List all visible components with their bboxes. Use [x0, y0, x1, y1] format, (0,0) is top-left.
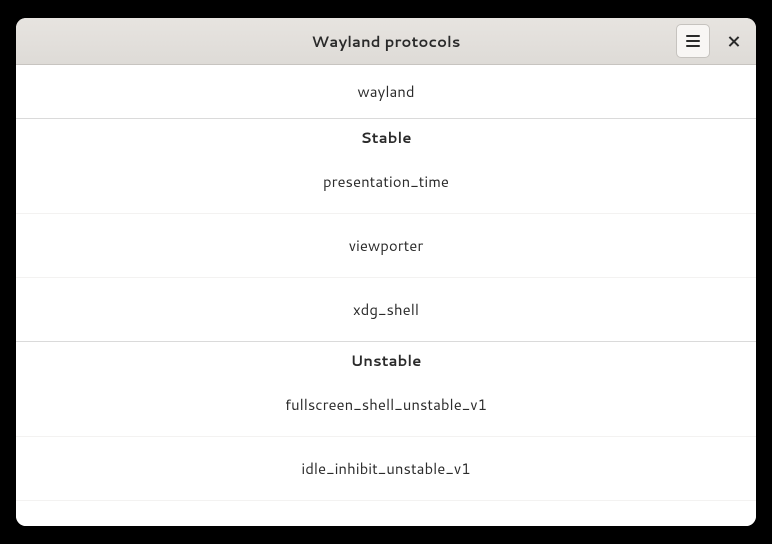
menu-button[interactable] — [676, 24, 710, 58]
section-title: Stable — [361, 127, 412, 148]
content-area[interactable]: wayland Stable presentation_time viewpor… — [16, 65, 756, 526]
protocol-item[interactable]: idle_inhibit_unstable_v1 — [16, 437, 756, 501]
section-title: Unstable — [351, 350, 422, 371]
headerbar-right — [676, 24, 750, 58]
headerbar: Wayland protocols — [16, 18, 756, 65]
protocol-label: presentation_time — [323, 171, 449, 192]
protocol-item[interactable]: fullscreen_shell_unstable_v1 — [16, 373, 756, 437]
protocol-item[interactable]: viewporter — [16, 214, 756, 278]
protocol-item[interactable]: wayland — [16, 65, 756, 119]
protocol-label: fullscreen_shell_unstable_v1 — [285, 394, 487, 415]
protocol-item[interactable]: presentation_time — [16, 150, 756, 214]
protocol-label: xdg_shell — [353, 299, 419, 320]
protocol-label: wayland — [357, 81, 414, 102]
close-icon — [727, 35, 740, 48]
protocol-label: viewporter — [349, 235, 424, 256]
app-window: Wayland protocols wayland Stable present… — [16, 18, 756, 526]
window-title: Wayland protocols — [16, 31, 756, 52]
section-header-unstable: Unstable — [16, 342, 756, 373]
close-button[interactable] — [716, 24, 750, 58]
section-header-stable: Stable — [16, 119, 756, 150]
hamburger-icon — [686, 35, 700, 47]
protocol-label: idle_inhibit_unstable_v1 — [301, 458, 470, 479]
protocol-item[interactable]: xdg_shell — [16, 278, 756, 342]
